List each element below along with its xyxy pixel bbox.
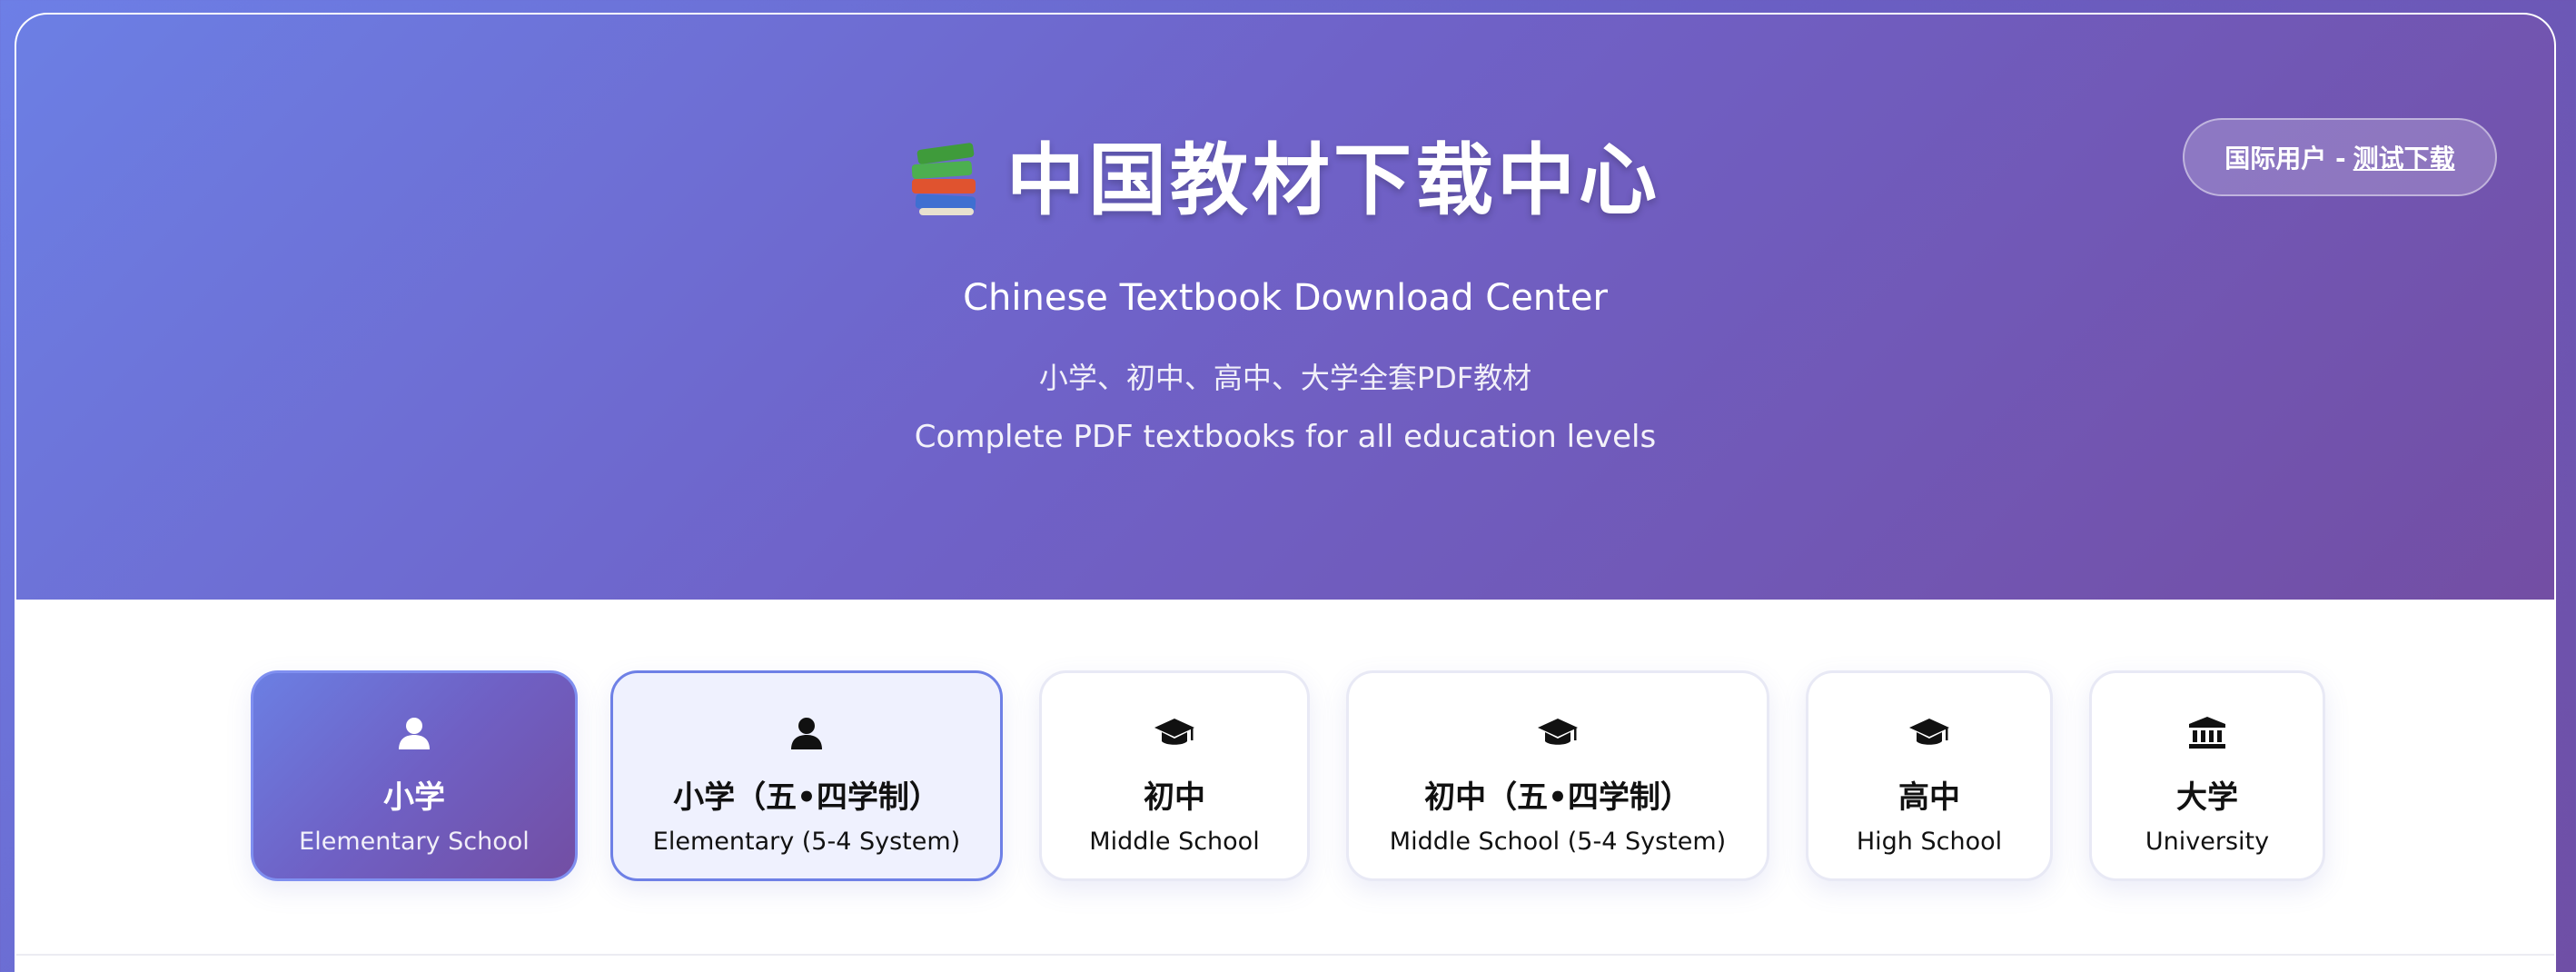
page-subtitle-en: Chinese Textbook Download Center <box>963 277 1608 319</box>
main-container: 国际用户 - 测试下载 中国教材下载中心 Chinese Textbook Do… <box>15 13 2556 972</box>
graduation-cap-icon <box>1808 715 2050 755</box>
tab-label-cn: 小学（五•四学制） <box>673 779 940 816</box>
tab-label-en: Elementary (5-4 System) <box>652 828 961 856</box>
tab-middle-school[interactable]: 初中 Middle School <box>1039 670 1310 881</box>
page-title: 中国教材下载中心 <box>1006 135 1660 226</box>
tab-university[interactable]: 大学 University <box>2089 670 2325 881</box>
tab-label-en: High School <box>1856 828 2003 856</box>
tab-label-en: Elementary School <box>299 828 530 856</box>
university-icon <box>2092 715 2323 755</box>
tab-label-cn: 小学 <box>383 779 445 816</box>
tab-elementary-5-4[interactable]: 小学（五•四学制） Elementary (5-4 System) <box>610 670 1003 881</box>
tab-label-cn: 初中 <box>1144 779 1205 816</box>
tab-label-cn: 大学 <box>2176 779 2238 816</box>
user-icon <box>613 715 1000 755</box>
description-cn: 小学、初中、高中、大学全套PDF教材 <box>1038 361 1532 395</box>
user-icon <box>253 715 575 755</box>
books-emoji-icon <box>910 142 983 217</box>
title-row: 中国教材下载中心 <box>16 142 2554 220</box>
tab-label-en: Middle School (5-4 System) <box>1389 828 1727 856</box>
tab-elementary[interactable]: 小学 Elementary School <box>251 670 578 881</box>
description-en: Complete PDF textbooks for all education… <box>914 419 1657 455</box>
tab-label-en: University <box>2145 828 2270 856</box>
tab-label-cn: 初中（五•四学制） <box>1424 779 1691 816</box>
graduation-cap-icon <box>1042 715 1307 755</box>
section-divider <box>16 954 2554 956</box>
tab-label-en: Middle School <box>1089 828 1260 856</box>
hero-header: 国际用户 - 测试下载 中国教材下载中心 Chinese Textbook Do… <box>16 15 2554 600</box>
graduation-cap-icon <box>1349 715 1767 755</box>
education-level-tabs: 小学 Elementary School 小学（五•四学制） Elementar… <box>16 670 2554 881</box>
tab-middle-school-5-4[interactable]: 初中（五•四学制） Middle School (5-4 System) <box>1346 670 1769 881</box>
tab-high-school[interactable]: 高中 High School <box>1806 670 2053 881</box>
tab-label-cn: 高中 <box>1898 779 1960 816</box>
